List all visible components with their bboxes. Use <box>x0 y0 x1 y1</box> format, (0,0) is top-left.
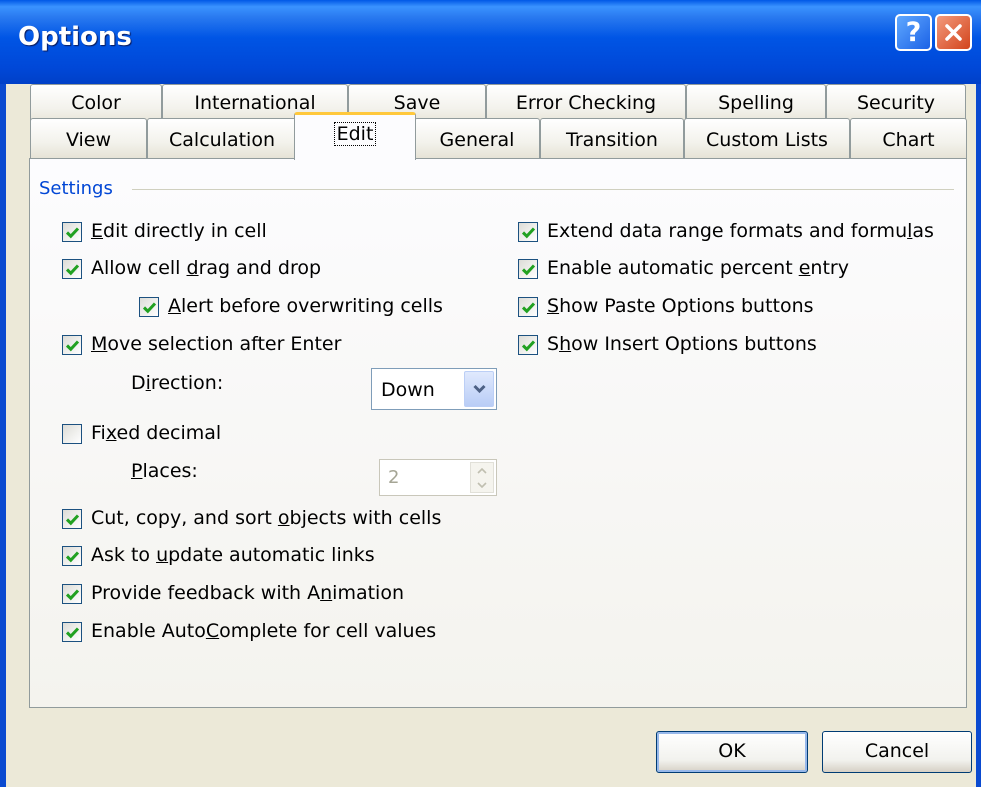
checkbox-label: Edit directly in cell <box>91 220 267 242</box>
window-title: Options <box>18 22 132 52</box>
direction-value: Down <box>381 379 435 401</box>
tab-general[interactable]: General <box>414 118 540 158</box>
checkbox-label: Enable AutoComplete for cell values <box>91 620 437 642</box>
checkmark-icon <box>65 227 80 239</box>
tab-edit[interactable]: Edit <box>294 112 416 160</box>
checkbox-box[interactable] <box>139 297 159 317</box>
checkbox-label: Cut, copy, and sort objects with cells <box>91 507 442 529</box>
tab-label: Edit <box>333 122 377 146</box>
tab-label: Error Checking <box>515 92 657 114</box>
window-border-right <box>976 84 981 787</box>
checkbox-box[interactable] <box>62 509 82 529</box>
checkbox-label: Allow cell drag and drop <box>91 257 322 279</box>
checkmark-icon <box>65 551 80 563</box>
checkmark-icon <box>142 302 157 314</box>
checkbox-box[interactable] <box>62 335 82 355</box>
settings-group-divider <box>132 189 954 190</box>
checkbox-box[interactable] <box>62 546 82 566</box>
checkmark-icon <box>65 589 80 601</box>
checkbox-label: Fixed decimal <box>91 422 222 444</box>
tab-custom-lists[interactable]: Custom Lists <box>684 118 850 158</box>
tab-label: Chart <box>882 129 935 151</box>
checkbox-box[interactable] <box>62 584 82 604</box>
checkbox-label: Enable automatic percent entry <box>547 257 849 279</box>
checkbox-box[interactable] <box>62 222 82 242</box>
close-button[interactable] <box>935 14 972 51</box>
places-label: Places: <box>131 460 198 482</box>
tab-transition[interactable]: Transition <box>540 118 684 158</box>
places-value: 2 <box>388 467 400 488</box>
checkbox-label: Show Paste Options buttons <box>547 295 814 317</box>
tab-label: Spelling <box>718 92 794 114</box>
checkmark-icon <box>521 227 536 239</box>
checkbox-label: Move selection after Enter <box>91 333 342 355</box>
checkmark-icon <box>521 264 536 276</box>
checkmark-icon <box>65 340 80 352</box>
tab-view[interactable]: View <box>30 118 147 158</box>
tab-label: Save <box>393 92 441 114</box>
dropdown-arrow-button[interactable] <box>464 371 494 407</box>
tab-label: View <box>65 129 112 151</box>
help-button[interactable]: ? <box>895 14 932 51</box>
settings-group-label: Settings <box>39 178 113 199</box>
tab-label: Security <box>856 92 936 114</box>
checkbox-box[interactable] <box>518 297 538 317</box>
tab-label: General <box>439 129 515 151</box>
tab-label: Transition <box>566 129 658 151</box>
tab-calculation[interactable]: Calculation <box>147 118 297 158</box>
title-bar[interactable]: Options ? <box>0 0 981 84</box>
checkmark-icon <box>65 264 80 276</box>
direction-label: Direction: <box>131 372 224 394</box>
chevron-down-icon <box>473 384 486 394</box>
checkbox-box[interactable] <box>518 335 538 355</box>
checkbox-label: Alert before overwriting cells <box>168 295 443 317</box>
checkbox-label: Ask to update automatic links <box>91 544 375 566</box>
checkmark-icon <box>521 302 536 314</box>
close-icon <box>945 24 962 41</box>
tab-label: Calculation <box>169 129 275 151</box>
checkmark-icon <box>521 340 536 352</box>
spinner-arrows[interactable] <box>470 462 494 493</box>
direction-dropdown[interactable]: Down <box>371 368 497 410</box>
checkbox-box[interactable] <box>518 222 538 242</box>
checkbox-label: Provide feedback with Animation <box>91 582 404 604</box>
cancel-button[interactable]: Cancel <box>822 731 972 773</box>
tab-label: International <box>194 92 316 114</box>
checkbox-box[interactable] <box>62 424 82 444</box>
checkbox-box[interactable] <box>62 622 82 642</box>
chevron-up-icon <box>477 468 487 474</box>
tab-label: Custom Lists <box>706 129 828 151</box>
checkbox-label: Show Insert Options buttons <box>547 333 817 355</box>
checkbox-box[interactable] <box>62 259 82 279</box>
checkbox-label: Extend data range formats and formulas <box>547 220 934 242</box>
chevron-down-icon <box>477 482 487 488</box>
checkmark-icon <box>65 627 80 639</box>
options-dialog: Options ? Color International Save Error… <box>0 0 981 787</box>
ok-button[interactable]: OK <box>656 731 808 773</box>
checkmark-icon <box>65 514 80 526</box>
checkbox-box[interactable] <box>518 259 538 279</box>
tab-chart[interactable]: Chart <box>850 118 967 158</box>
tab-label: Color <box>71 92 121 114</box>
places-spinner[interactable]: 2 <box>379 459 497 496</box>
